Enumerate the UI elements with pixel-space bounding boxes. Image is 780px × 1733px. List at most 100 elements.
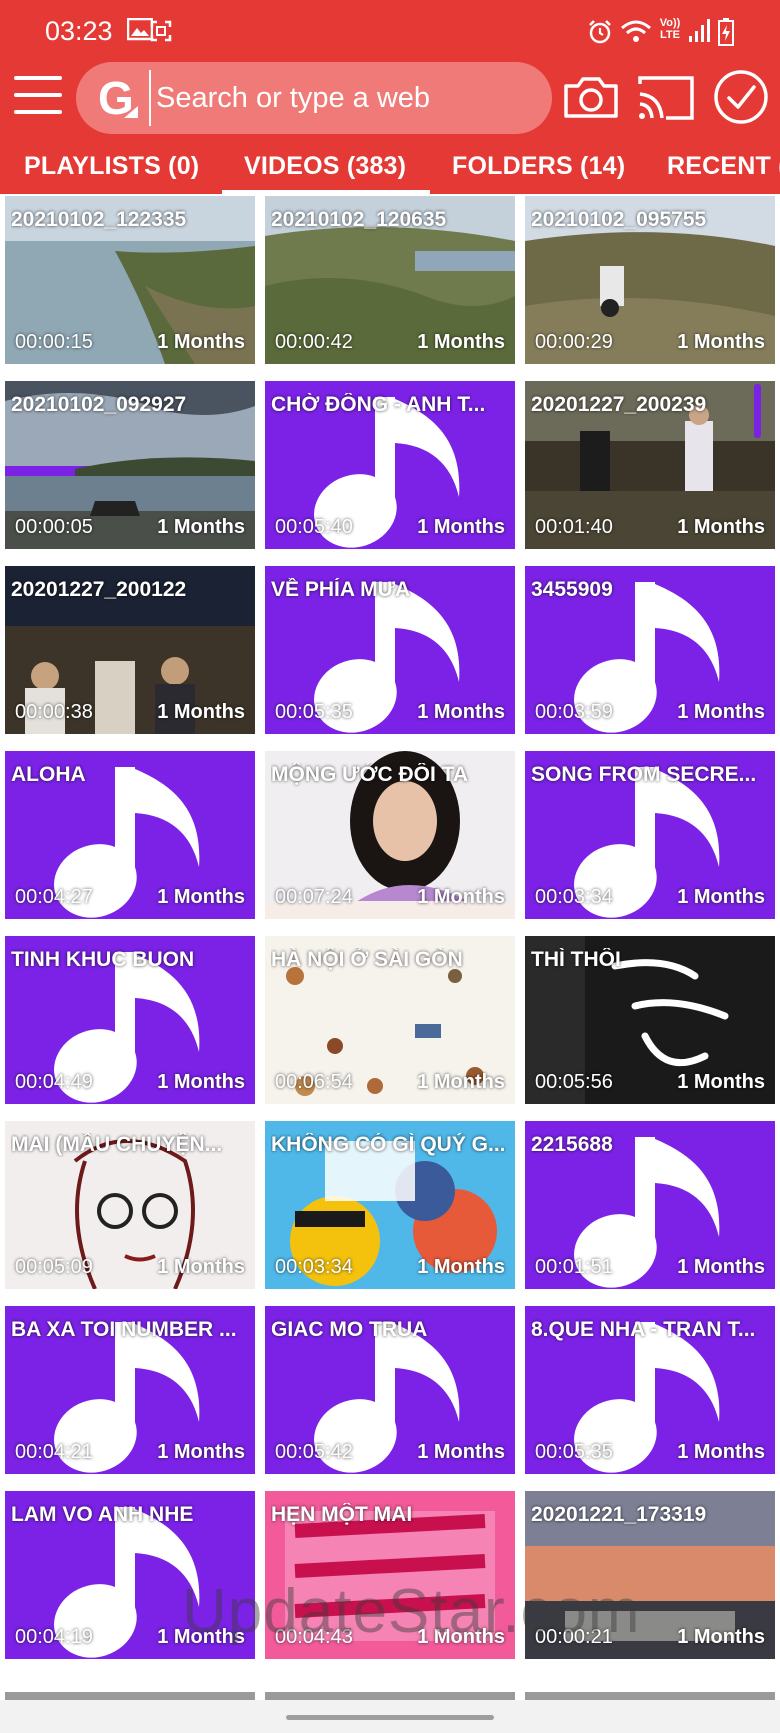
video-title: THÌ THÔI [531, 948, 621, 971]
video-age: 1 Months [157, 701, 245, 723]
video-age: 1 Months [677, 331, 765, 353]
video-age: 1 Months [417, 1071, 505, 1093]
video-age: 1 Months [157, 1071, 245, 1093]
cast-icon[interactable] [636, 72, 696, 122]
tab-videos[interactable]: VIDEOS (383) [244, 152, 406, 181]
video-title: 20210102_095755 [531, 208, 707, 231]
video-duration: 00:07:24 [275, 886, 353, 908]
video-age: 1 Months [677, 1071, 765, 1093]
video-title: ALOHA [11, 763, 86, 786]
video-tile[interactable]: VỀ PHÍA MƯA 00:05:35 1 Months [265, 566, 515, 734]
video-tile[interactable]: GIAC MO TRUA 00:05:42 1 Months [265, 1306, 515, 1474]
watermark-text: UpdateStar.com [182, 1577, 641, 1646]
video-tile[interactable]: 3455909 00:03:59 1 Months [525, 566, 775, 734]
video-duration: 00:00:38 [15, 701, 93, 723]
video-tile[interactable]: MỘNG ƯỚC ĐÔI TA 00:07:24 1 Months [265, 751, 515, 919]
g-logo-icon: G [98, 72, 138, 124]
video-tile[interactable]: 20210102_095755 00:00:29 1 Months [525, 196, 775, 364]
screenshot-icon [150, 20, 172, 42]
video-tile[interactable]: 20201227_200122 00:00:38 1 Months [5, 566, 255, 734]
video-duration: 00:01:40 [535, 516, 613, 538]
video-age: 1 Months [677, 886, 765, 908]
tab-playlists[interactable]: PLAYLISTS (0) [24, 152, 199, 181]
video-duration: 00:05:09 [15, 1256, 93, 1278]
video-duration: 00:01:51 [535, 1256, 613, 1278]
video-title: 20210102_120635 [271, 208, 447, 231]
video-title: BA XA TOI NUMBER ... [11, 1318, 237, 1341]
video-duration: 00:04:27 [15, 886, 93, 908]
video-duration: 00:05:35 [275, 701, 353, 723]
video-age: 1 Months [417, 701, 505, 723]
next-row-peek [525, 1692, 775, 1700]
video-tile[interactable]: 20210102_092927 00:00:05 1 Months [5, 381, 255, 549]
video-title: LAM VO ANH NHE [11, 1503, 194, 1526]
video-title: TINH KHUC BUON [11, 948, 195, 971]
video-age: 1 Months [157, 331, 245, 353]
search-bar[interactable]: G Search or type a web [76, 62, 552, 134]
video-duration: 00:05:35 [535, 1441, 613, 1463]
select-checkmark-icon[interactable] [712, 68, 770, 126]
video-tile[interactable]: CHỜ ĐÔNG - ANH T... 00:05:40 1 Months [265, 381, 515, 549]
video-tile[interactable]: BA XA TOI NUMBER ... 00:04:21 1 Months [5, 1306, 255, 1474]
battery-charging-icon [718, 18, 734, 46]
video-title: KHÔNG CÓ GÌ QUÝ G... [271, 1133, 506, 1156]
camera-icon[interactable] [562, 72, 620, 120]
video-title: 20201221_173319 [531, 1503, 707, 1526]
hamburger-menu-icon[interactable] [14, 76, 62, 118]
status-bar: 03:23 Vo)) LTE [0, 0, 780, 62]
video-age: 1 Months [677, 516, 765, 538]
video-age: 1 Months [417, 331, 505, 353]
video-title: VỀ PHÍA MƯA [271, 578, 411, 601]
signal-icon [689, 19, 710, 42]
home-gesture-pill[interactable] [286, 1715, 494, 1720]
scrollbar-thumb[interactable] [754, 384, 761, 438]
video-duration: 00:04:49 [15, 1071, 93, 1093]
video-duration: 00:00:15 [15, 331, 93, 353]
video-age: 1 Months [677, 1626, 765, 1648]
system-nav-bar [0, 1700, 780, 1733]
next-row-peek [5, 1692, 255, 1700]
volte-bottom-label: LTE [660, 29, 680, 41]
video-age: 1 Months [677, 1256, 765, 1278]
video-duration: 00:03:34 [535, 886, 613, 908]
video-duration: 00:05:56 [535, 1071, 613, 1093]
video-tile[interactable]: ALOHA 00:04:27 1 Months [5, 751, 255, 919]
video-duration: 00:04:21 [15, 1441, 93, 1463]
video-tile[interactable]: SONG FROM SECRE... 00:03:34 1 Months [525, 751, 775, 919]
video-tile[interactable]: HÀ NỘI Ở SÀI GÒN 00:06:54 1 Months [265, 936, 515, 1104]
video-duration: 00:03:34 [275, 1256, 353, 1278]
video-age: 1 Months [677, 1441, 765, 1463]
video-age: 1 Months [677, 701, 765, 723]
video-age: 1 Months [157, 1256, 245, 1278]
video-age: 1 Months [417, 1441, 505, 1463]
video-duration: 00:05:42 [275, 1441, 353, 1463]
video-tile[interactable]: THÌ THÔI 00:05:56 1 Months [525, 936, 775, 1104]
video-age: 1 Months [417, 516, 505, 538]
active-tab-indicator [222, 190, 430, 194]
video-title: MAI (MẦU CHUYỆN... [11, 1133, 223, 1156]
search-input[interactable]: Search or type a web [156, 82, 430, 115]
video-duration: 00:04:19 [15, 1626, 93, 1648]
category-tabs: PLAYLISTS (0) VIDEOS (383) FOLDERS (14) … [0, 150, 780, 194]
video-tile[interactable]: 20201227_200239 00:01:40 1 Months [525, 381, 775, 549]
video-tile[interactable]: 8.QUE NHA - TRAN T... 00:05:35 1 Months [525, 1306, 775, 1474]
video-tile[interactable]: TINH KHUC BUON 00:04:49 1 Months [5, 936, 255, 1104]
status-time: 03:23 [45, 16, 113, 46]
video-title: 20201227_200239 [531, 393, 707, 416]
tab-folders[interactable]: FOLDERS (14) [452, 152, 625, 181]
video-title: 8.QUE NHA - TRAN T... [531, 1318, 756, 1341]
video-title: 3455909 [531, 578, 613, 601]
volte-icon: Vo)) LTE [656, 17, 684, 41]
alarm-icon [589, 20, 611, 44]
video-age: 1 Months [157, 886, 245, 908]
video-duration: 00:00:29 [535, 331, 613, 353]
video-tile[interactable]: 20210102_120635 00:00:42 1 Months [265, 196, 515, 364]
video-tile[interactable]: MAI (MẦU CHUYỆN... 00:05:09 1 Months [5, 1121, 255, 1289]
tab-recent[interactable]: RECENT ( [667, 152, 780, 181]
video-title: HẸN MỘT MAI [271, 1503, 413, 1526]
video-tile[interactable]: KHÔNG CÓ GÌ QUÝ G... 00:03:34 1 Months [265, 1121, 515, 1289]
next-row-peek [265, 1692, 515, 1700]
video-title: MỘNG ƯỚC ĐÔI TA [271, 763, 469, 786]
video-tile[interactable]: 20210102_122335 00:00:15 1 Months [5, 196, 255, 364]
video-tile[interactable]: 2215688 00:01:51 1 Months [525, 1121, 775, 1289]
